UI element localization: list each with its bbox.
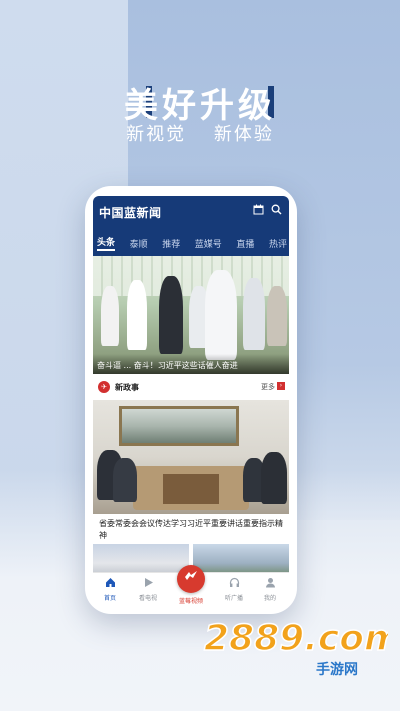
bird-icon[interactable] [177,565,205,593]
play-icon [131,577,165,591]
hero-photo-figure [159,276,183,354]
hero-photo-figure [127,280,147,350]
plane-icon: ✈ [98,381,110,393]
nav-radio-label: 听广播 [224,595,243,602]
photo-figure [113,458,137,502]
photo-figure [261,452,287,504]
hero-photo-figure [267,286,287,346]
chevron-right-icon[interactable]: › [277,382,285,390]
tab-headlines[interactable]: 头条 [97,235,116,251]
tab-recommend[interactable]: 推荐 [162,237,180,250]
hero-photo-figure [205,270,237,360]
watermark-number: 2889.com [204,618,388,659]
nav-video-label[interactable]: 蓝莓视频 [171,596,211,605]
phone-screen: 中国蓝新闻 头条 泰顺 推荐 蓝媒号 直播 热评 奋斗逼 ... 奋斗！习近平这… [93,196,289,606]
article-photo[interactable] [93,400,289,514]
tab-live[interactable]: 直播 [236,237,254,250]
hero-news-card[interactable]: 奋斗逼 ... 奋斗！习近平这些话催人奋进 [93,256,289,374]
home-icon [93,577,127,591]
photo-meeting-table-center [163,474,219,504]
search-icon[interactable] [269,204,283,218]
promo-sub-right: 新体验 [213,124,274,145]
site-watermark-logo: 2889.com 手游网 [198,610,400,680]
nav-radio[interactable]: 听广播 [217,577,251,602]
watermark-sub: 手游网 [316,661,358,678]
hero-photo-figure [101,286,119,346]
hero-photo-figure [243,278,265,350]
bottom-navigation: 首页 看电视 蓝莓视频 听广播 我的 [93,565,289,606]
nav-home-label: 首页 [103,595,116,602]
user-icon [253,577,287,591]
phone-frame: 中国蓝新闻 头条 泰顺 推荐 蓝媒号 直播 热评 奋斗逼 ... 奋斗！习近平这… [85,186,297,614]
tab-hot-comments[interactable]: 热评 [269,237,287,250]
promo-subline: 新视觉 新体验 [0,120,400,146]
nav-watch-tv-label: 看电视 [138,595,157,602]
app-title: 中国蓝新闻 [99,206,162,220]
nav-home[interactable]: 首页 [93,577,127,602]
nav-profile-label: 我的 [263,595,276,602]
channel-tabs: 头条 泰顺 推荐 蓝媒号 直播 热评 [97,234,287,252]
nav-profile[interactable]: 我的 [253,577,287,602]
section-header: ✈ 新政事 更多 › [93,376,289,398]
more-link[interactable]: 更多 [261,382,275,392]
tab-blue-media[interactable]: 蓝媒号 [195,237,222,250]
article-title[interactable]: 省委常委会会议传达学习习近平重要讲话重要指示精神 [99,518,285,542]
app-header: 中国蓝新闻 头条 泰顺 推荐 蓝媒号 直播 热评 [93,196,289,256]
headphones-icon [217,577,251,591]
nav-watch-tv[interactable]: 看电视 [131,577,165,602]
photo-landscape-painting [119,406,239,446]
promo-sub-left: 新视觉 [126,124,187,145]
tab-taishun[interactable]: 泰顺 [130,237,148,250]
hero-caption: 奋斗逼 ... 奋斗！习近平这些话催人奋进 [93,354,289,374]
section-title: 新政事 [115,383,139,392]
calendar-icon[interactable] [251,204,265,218]
